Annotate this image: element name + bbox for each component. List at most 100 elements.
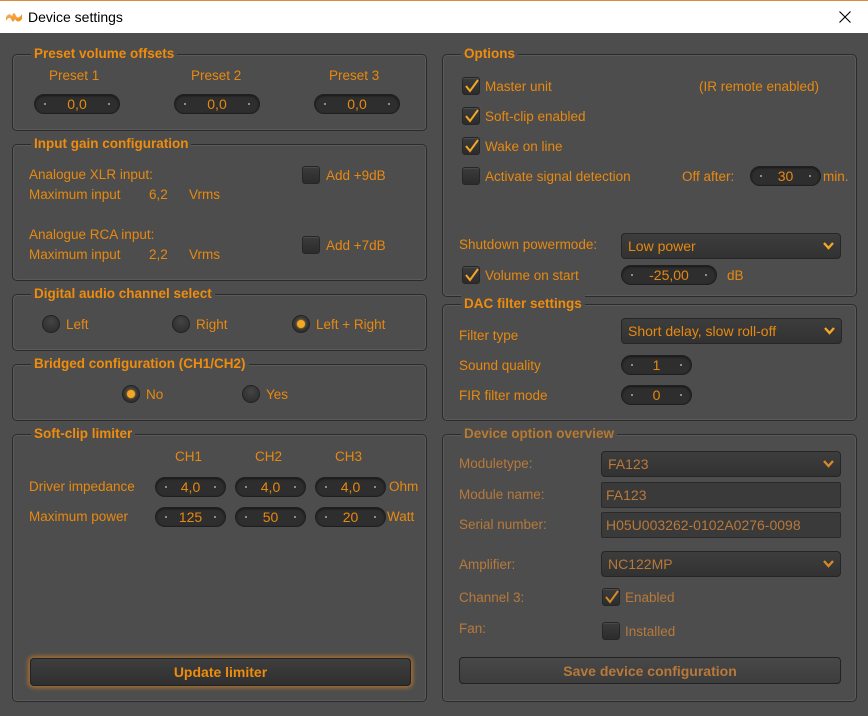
amplifier-label: Amplifier: [459,557,516,572]
preset-1-spinbox[interactable]: 0,0 [34,94,120,114]
moduletype-dropdown[interactable]: FA123 [601,451,841,477]
channel3-enabled-checkbox[interactable] [602,588,620,606]
fir-filter-mode-label: FIR filter mode [459,388,548,403]
off-after-unit: min. [823,169,849,184]
filter-type-value: Short delay, slow roll-off [628,323,777,339]
softclip-enabled-checkbox[interactable] [462,107,480,125]
ch1-impedance-value: 4,0 [180,479,201,495]
title-bar: Device settings [0,0,868,33]
signal-detection-checkbox[interactable] [462,167,480,185]
preset-3-spinbox[interactable]: 0,0 [314,94,400,114]
group-title: Input gain configuration [31,135,192,153]
volume-on-start-label[interactable]: Volume on start [485,268,579,284]
fan-installed-checkbox[interactable] [602,622,620,640]
wake-on-line-checkbox[interactable] [462,137,480,155]
ch2-power-spinbox[interactable]: 50 [235,507,306,527]
ch1-impedance-spinbox[interactable]: 4,0 [155,477,226,497]
xlr-unit: Vrms [189,187,220,202]
ch1-power-spinbox[interactable]: 125 [155,507,226,527]
master-unit-label[interactable]: Master unit [485,79,552,95]
device-option-overview-group: Device option overview Moduletype: FA123… [442,425,857,702]
filter-type-dropdown[interactable]: Short delay, slow roll-off [621,318,842,344]
radio-bridged-yes[interactable] [242,385,260,403]
softclip-enabled-label[interactable]: Soft-clip enabled [485,109,586,125]
radio-left-right-label[interactable]: Left + Right [316,317,385,333]
sound-quality-spinbox[interactable]: 1 [621,355,692,375]
ch2-power-value: 50 [262,509,279,525]
channel3-enabled-label[interactable]: Enabled [625,590,675,606]
chevron-down-icon [823,460,834,468]
master-unit-checkbox[interactable] [462,77,480,95]
rca-max-label: Maximum input [29,247,121,262]
volume-on-start-unit: dB [727,268,744,283]
xlr-input-label: Analogue XLR input: [29,167,153,182]
radio-bridged-yes-label[interactable]: Yes [266,387,288,403]
serial-number-field[interactable]: H05U003262-0102A0276-0098 [601,512,841,538]
digital-channel-group: Digital audio channel select Left Right … [12,285,427,351]
radio-bridged-no[interactable] [122,385,140,403]
radio-left-label[interactable]: Left [66,317,89,333]
softclip-limiter-group: Soft-clip limiter CH1 CH2 CH3 Driver imp… [12,425,427,702]
fir-filter-mode-spinbox[interactable]: 0 [621,385,692,405]
fir-filter-mode-value: 0 [652,387,661,403]
radio-right-label[interactable]: Right [196,317,228,333]
window-title: Device settings [28,9,123,25]
add-9db-checkbox[interactable] [302,166,320,184]
add-7db-checkbox[interactable] [302,236,320,254]
off-after-spinbox[interactable]: 30 [750,166,821,186]
preset-1-label: Preset 1 [49,68,100,83]
checkmark-icon [465,268,479,282]
volume-on-start-checkbox[interactable] [462,266,480,284]
preset-2-label: Preset 2 [191,68,242,83]
add-9db-label[interactable]: Add +9dB [326,168,386,184]
save-device-configuration-button[interactable]: Save device configuration [459,657,841,684]
fan-label: Fan: [459,621,487,636]
add-7db-label[interactable]: Add +7dB [326,238,386,254]
shutdown-powermode-dropdown[interactable]: Low power [621,233,841,259]
sound-quality-label: Sound quality [459,358,541,373]
ch3-power-spinbox[interactable]: 20 [315,507,386,527]
preset-2-spinbox[interactable]: 0,0 [174,94,260,114]
volume-on-start-spinbox[interactable]: -25,00 [621,265,717,285]
chevron-down-icon [823,560,834,568]
dac-filter-group: DAC filter settings Filter type Short de… [442,295,857,421]
radio-bridged-no-label[interactable]: No [146,387,163,403]
group-title: Options [461,45,518,63]
ir-remote-note: (IR remote enabled) [699,79,820,94]
bridged-config-group: Bridged configuration (CH1/CH2) No Yes [12,355,427,421]
fan-installed-label[interactable]: Installed [625,624,675,640]
ch3-impedance-spinbox[interactable]: 4,0 [315,477,386,497]
moduletype-value: FA123 [608,456,649,472]
update-limiter-button[interactable]: Update limiter [30,658,411,686]
radio-right[interactable] [172,315,190,333]
module-name-field[interactable]: FA123 [601,482,841,508]
signal-detection-label[interactable]: Activate signal detection [485,169,631,185]
ch1-power-value: 125 [178,509,203,525]
options-group: Options Master unit (IR remote enabled) … [442,45,857,297]
rca-unit: Vrms [189,247,220,262]
preset-volume-offsets-group: Preset volume offsets Preset 1 Preset 2 … [12,45,427,131]
amplifier-dropdown[interactable]: NC122MP [601,551,841,577]
channel3-label: Channel 3: [459,590,525,605]
maximum-power-label: Maximum power [29,509,129,524]
filter-type-label: Filter type [459,328,519,343]
module-name-label: Module name: [459,487,545,502]
ch2-header: CH2 [255,449,283,464]
dialog-body: Preset volume offsets Preset 1 Preset 2 … [0,33,868,716]
ch3-impedance-value: 4,0 [340,479,361,495]
ch1-header: CH1 [175,449,203,464]
wake-on-line-label[interactable]: Wake on line [485,139,563,155]
rca-input-label: Analogue RCA input: [29,227,155,242]
rca-max-value: 2,2 [149,247,168,262]
chevron-down-icon [823,242,834,250]
checkmark-icon [605,590,619,604]
ch2-impedance-spinbox[interactable]: 4,0 [235,477,306,497]
group-title: Bridged configuration (CH1/CH2) [31,355,249,373]
close-button[interactable] [822,1,868,33]
preset-2-value: 0,0 [207,96,227,112]
close-icon [839,11,851,23]
sound-quality-value: 1 [652,357,661,373]
radio-left-right[interactable] [292,315,310,333]
shutdown-powermode-value: Low power [628,238,696,254]
radio-left[interactable] [42,315,60,333]
